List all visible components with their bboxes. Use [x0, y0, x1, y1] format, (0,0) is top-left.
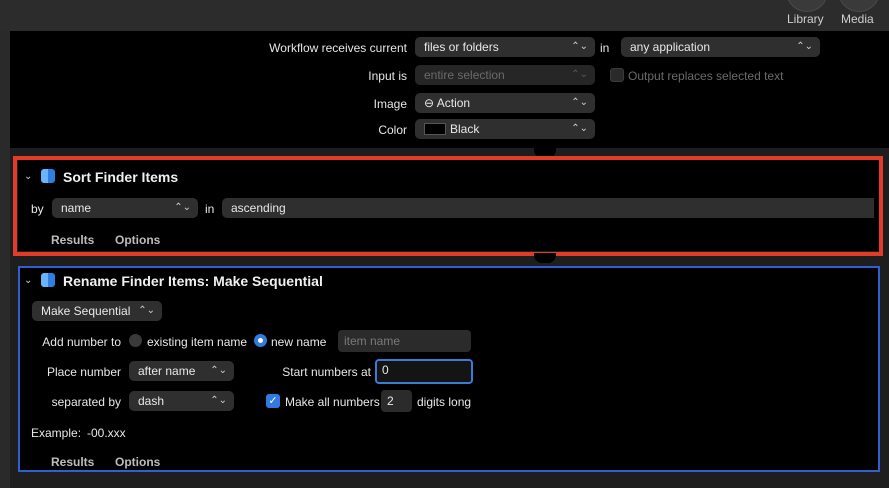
library-button[interactable] [786, 0, 828, 12]
make-all-numbers-checkbox[interactable]: ✓ [266, 394, 280, 408]
add-number-label: Add number to [42, 335, 121, 349]
start-numbers-label: Start numbers at [282, 365, 371, 379]
sort-action-title: Sort Finder Items [63, 169, 179, 185]
sort-tab-options[interactable]: Options [115, 233, 160, 247]
new-name-label[interactable]: new name [271, 335, 326, 349]
updown-chevron-icon: ⌃⌄ [210, 395, 227, 406]
existing-item-radio[interactable] [129, 334, 142, 347]
updown-chevron-icon: ⌃⌄ [138, 305, 155, 316]
updown-chevron-icon: ⌃⌄ [571, 123, 588, 134]
rename-mode-popup[interactable]: Make Sequential ⌃⌄ [32, 301, 162, 321]
example-label: Example: [31, 426, 82, 440]
in-label: in [600, 41, 610, 55]
media-button[interactable] [838, 0, 880, 12]
image-label: Image [373, 97, 407, 111]
place-number-value: after name [138, 364, 196, 378]
finder-icon [41, 169, 55, 183]
updown-chevron-icon: ⌃⌄ [210, 365, 227, 376]
separated-by-value: dash [138, 394, 165, 408]
sort-by-value: name [61, 201, 92, 215]
color-swatch [424, 123, 446, 135]
color-popup[interactable]: Black ⌃⌄ [415, 119, 595, 139]
make-all-numbers-label[interactable]: Make all numbers [285, 395, 380, 409]
sort-order-value: ascending [231, 201, 286, 215]
updown-chevron-icon: ⌃⌄ [571, 97, 588, 108]
rename-action-title: Rename Finder Items: Make Sequential [63, 273, 323, 289]
place-number-label: Place number [46, 365, 121, 379]
application-popup[interactable]: any application ⌃⌄ [621, 37, 820, 57]
digits-long-label: digits long [417, 395, 472, 409]
example-value: -00.xxx [87, 426, 126, 440]
separated-by-popup[interactable]: dash ⌃⌄ [129, 391, 234, 411]
input-is-value: entire selection [424, 68, 505, 82]
rename-mode-value: Make Sequential [41, 304, 131, 318]
sort-by-label: by [31, 202, 44, 216]
output-replaces-checkbox[interactable] [610, 68, 624, 82]
separated-by-label: separated by [51, 395, 121, 409]
sort-order-popup[interactable]: ascending [222, 198, 874, 218]
place-number-popup[interactable]: after name ⌃⌄ [129, 361, 234, 381]
start-numbers-input[interactable]: 0 [375, 359, 473, 384]
collapse-triangle-icon[interactable]: ⌄ [24, 171, 32, 182]
new-name-radio[interactable] [254, 334, 267, 347]
updown-chevron-icon: ⌃⌄ [174, 202, 191, 213]
image-value: ⊖ Action [424, 96, 471, 110]
updown-chevron-icon: ⌃⌄ [571, 69, 588, 80]
input-is-label: Input is [368, 69, 407, 83]
sort-tab-results[interactable]: Results [51, 233, 94, 247]
library-label[interactable]: Library [787, 12, 824, 26]
updown-chevron-icon: ⌃⌄ [796, 41, 813, 52]
rename-tab-results[interactable]: Results [51, 455, 94, 469]
input-is-popup[interactable]: entire selection ⌃⌄ [415, 65, 595, 85]
sort-in-label: in [205, 202, 215, 216]
toolbar: Library Media [0, 0, 889, 31]
output-replaces-label: Output replaces selected text [628, 69, 784, 83]
color-value: Black [450, 122, 480, 136]
sort-by-popup[interactable]: name ⌃⌄ [52, 198, 198, 218]
media-label[interactable]: Media [841, 12, 874, 26]
updown-chevron-icon: ⌃⌄ [571, 41, 588, 52]
finder-icon [41, 273, 55, 287]
receives-type-popup[interactable]: files or folders ⌃⌄ [415, 37, 595, 57]
image-popup[interactable]: ⊖ Action ⌃⌄ [415, 93, 595, 113]
color-label: Color [378, 123, 407, 137]
rename-tab-options[interactable]: Options [115, 455, 160, 469]
existing-item-label[interactable]: existing item name [147, 335, 247, 349]
collapse-triangle-icon[interactable]: ⌄ [24, 275, 32, 286]
digits-input[interactable]: 2 [381, 390, 412, 412]
new-name-input[interactable]: item name [338, 330, 471, 352]
receives-type-value: files or folders [424, 40, 499, 54]
workflow-receives-label: Workflow receives current [269, 41, 407, 55]
application-value: any application [630, 40, 711, 54]
